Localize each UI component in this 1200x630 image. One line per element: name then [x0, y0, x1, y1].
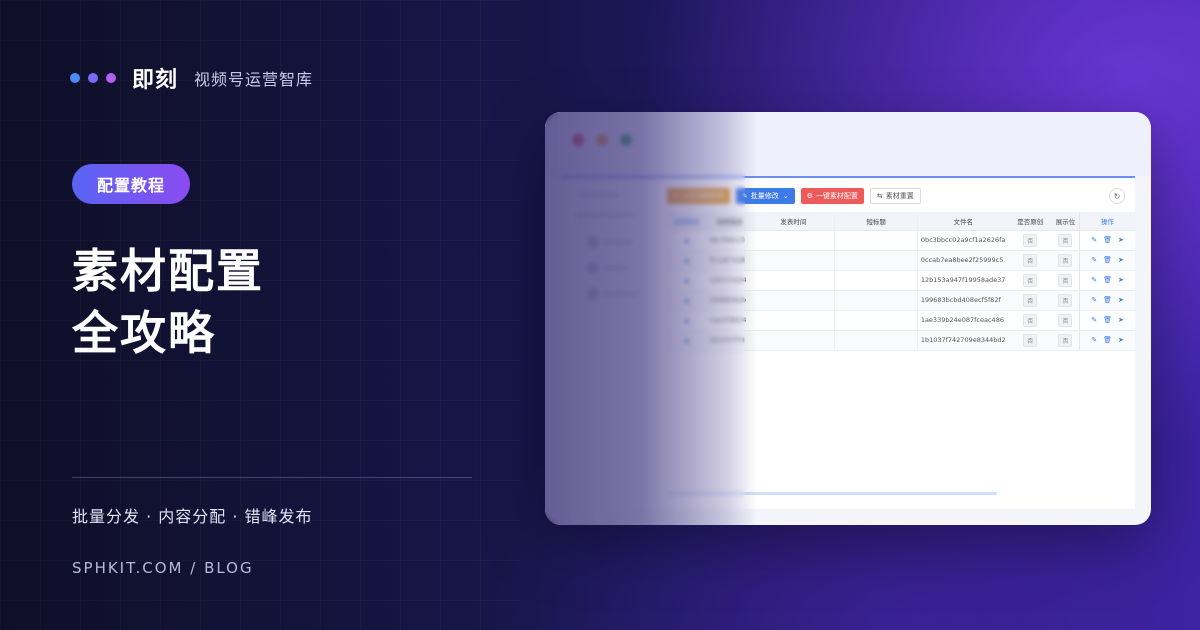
publish-time[interactable]	[752, 310, 836, 331]
edit-icon[interactable]: ✎	[1091, 236, 1097, 244]
short-title[interactable]	[834, 330, 918, 351]
file-name: 0bc3bbcc02a9cf1a2626fa	[917, 230, 1009, 251]
publish-time[interactable]	[752, 270, 836, 291]
publish-time[interactable]	[752, 250, 836, 271]
original-cell: 否	[1008, 310, 1052, 331]
column-header: 展示位	[1051, 212, 1081, 231]
edit-icon[interactable]: ✎	[1091, 316, 1097, 324]
divider	[72, 477, 472, 478]
column-header: 操作	[1079, 212, 1135, 231]
file-name: 1b1037f742709e8344bd2	[917, 330, 1009, 351]
publish-time[interactable]	[752, 230, 836, 251]
original-cell: 否	[1008, 290, 1052, 311]
send-icon[interactable]: ➤	[1118, 256, 1124, 264]
edit-icon[interactable]: ✎	[1091, 336, 1097, 344]
trash-icon[interactable]: 🗑	[1103, 296, 1112, 304]
feature-list: 批量分发 · 内容分配 · 错峰发布	[72, 507, 313, 526]
brand-dot	[106, 73, 116, 83]
short-title[interactable]	[834, 250, 918, 271]
edit-icon[interactable]: ✎	[1091, 296, 1097, 304]
original-select[interactable]: 否	[1023, 253, 1038, 267]
row-actions: ✎ 🗑 ➤	[1079, 330, 1135, 351]
original-cell: 否	[1008, 270, 1052, 291]
display-select[interactable]: 否	[1058, 233, 1073, 247]
reset-material-button[interactable]: ⇆ 素材重置	[869, 188, 921, 204]
title-line-2: 全攻略	[72, 306, 216, 360]
edit-icon[interactable]: ✎	[1091, 276, 1097, 284]
display-select[interactable]: 否	[1058, 253, 1073, 267]
brand-dot	[70, 73, 80, 83]
brand-name: 即刻	[132, 68, 179, 93]
display-cell: 否	[1051, 250, 1081, 271]
site-url: SPHKIT.COM / BLOG	[72, 559, 254, 577]
display-cell: 否	[1051, 230, 1081, 251]
brand-dot	[88, 73, 98, 83]
column-header: 短标题	[834, 212, 918, 231]
original-select[interactable]: 否	[1023, 273, 1038, 287]
column-header: 发表时间	[752, 212, 836, 231]
send-icon[interactable]: ➤	[1118, 276, 1124, 284]
display-select[interactable]: 否	[1058, 313, 1073, 327]
row-actions: ✎ 🗑 ➤	[1079, 310, 1135, 331]
send-icon[interactable]: ➤	[1118, 336, 1124, 344]
category-badge: 配置教程	[72, 164, 190, 204]
app-window-mockup: ⇪ 上传消费账号 ✎ 批量修改 ⌄ ⚙ 一键素材配置 ⇆ 素材重置 ↻ 视频预览	[545, 112, 1151, 525]
file-name: 1ae339b24e087fceac486	[917, 310, 1009, 331]
chevron-down-icon: ⌄	[782, 192, 789, 200]
row-actions: ✎ 🗑 ➤	[1079, 250, 1135, 271]
trash-icon[interactable]: 🗑	[1103, 256, 1112, 264]
row-actions: ✎ 🗑 ➤	[1079, 270, 1135, 291]
page-title: 素材配置 全攻略	[72, 240, 264, 364]
reset-icon: ⇆	[876, 192, 883, 200]
brand-dots	[70, 73, 116, 83]
brand-subtitle: 视频号运营智库	[194, 70, 314, 89]
file-name: 199683bcbd408ecf5f82f	[917, 290, 1009, 311]
publish-time[interactable]	[752, 330, 836, 351]
publish-time[interactable]	[752, 290, 836, 311]
original-cell: 否	[1008, 330, 1052, 351]
original-select[interactable]: 否	[1023, 313, 1038, 327]
display-cell: 否	[1051, 270, 1081, 291]
window-fade-blur	[545, 112, 745, 525]
display-cell: 否	[1051, 290, 1081, 311]
trash-icon[interactable]: 🗑	[1103, 236, 1112, 244]
trash-icon[interactable]: 🗑	[1103, 316, 1112, 324]
file-name: 0ccab7ea8bee2f25999c5	[917, 250, 1009, 271]
original-cell: 否	[1008, 250, 1052, 271]
short-title[interactable]	[834, 230, 918, 251]
column-header: 是否原创	[1008, 212, 1052, 231]
short-title[interactable]	[834, 290, 918, 311]
row-actions: ✎ 🗑 ➤	[1079, 230, 1135, 251]
display-cell: 否	[1051, 310, 1081, 331]
short-title[interactable]	[834, 270, 918, 291]
short-title[interactable]	[834, 310, 918, 331]
original-select[interactable]: 否	[1023, 333, 1038, 347]
display-select[interactable]: 否	[1058, 333, 1073, 347]
send-icon[interactable]: ➤	[1118, 296, 1124, 304]
display-select[interactable]: 否	[1058, 273, 1073, 287]
column-header: 文件名	[917, 212, 1009, 231]
one-click-config-button[interactable]: ⚙ 一键素材配置	[800, 188, 864, 204]
send-icon[interactable]: ➤	[1118, 316, 1124, 324]
display-select[interactable]: 否	[1058, 293, 1073, 307]
original-select[interactable]: 否	[1023, 233, 1038, 247]
row-actions: ✎ 🗑 ➤	[1079, 290, 1135, 311]
send-icon[interactable]: ➤	[1118, 236, 1124, 244]
file-name: 12b153a947f19958ade37	[917, 270, 1009, 291]
display-cell: 否	[1051, 330, 1081, 351]
title-line-1: 素材配置	[72, 244, 264, 298]
original-cell: 否	[1008, 230, 1052, 251]
edit-icon[interactable]: ✎	[1091, 256, 1097, 264]
original-select[interactable]: 否	[1023, 293, 1038, 307]
trash-icon[interactable]: 🗑	[1103, 276, 1112, 284]
brand: 即刻 视频号运营智库	[70, 62, 313, 94]
settings-icon: ⚙	[806, 192, 813, 200]
trash-icon[interactable]: 🗑	[1103, 336, 1112, 344]
refresh-icon[interactable]: ↻	[1109, 188, 1125, 204]
